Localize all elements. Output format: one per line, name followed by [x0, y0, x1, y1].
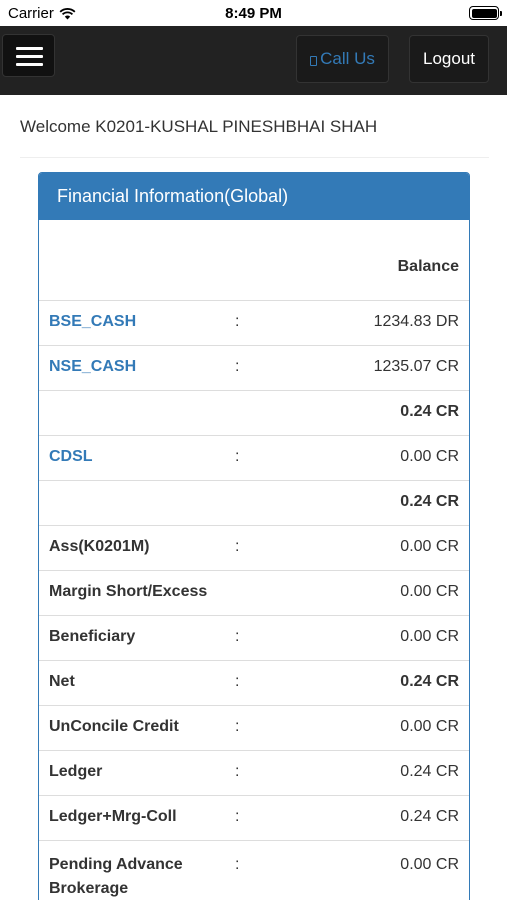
top-navbar: Call Us Logout: [0, 26, 507, 95]
table-row: Margin Short/Excess 0.00 CR: [39, 569, 469, 615]
row-value: 0.00 CR: [259, 569, 469, 615]
row-label: Ass(K0201M): [39, 524, 229, 570]
logout-label: Logout: [423, 49, 475, 68]
battery-icon: [469, 6, 502, 20]
table-row: UnConcile Credit : 0.00 CR: [39, 704, 469, 750]
financial-info-panel: Financial Information(Global) Balance BS…: [38, 172, 470, 900]
table-row: BSE_CASH : 1234.83 DR: [39, 299, 469, 345]
row-value: 0.24 CR: [259, 749, 469, 795]
row-value: 0.00 CR: [259, 524, 469, 570]
row-separator: :: [229, 659, 259, 705]
row-separator: [229, 389, 259, 435]
row-separator: [229, 479, 259, 525]
account-link-cdsl[interactable]: CDSL: [39, 434, 229, 480]
row-value: 0.00 CR: [259, 614, 469, 660]
table-row: Ledger+Mrg-Coll : 0.24 CR: [39, 794, 469, 840]
logout-button[interactable]: Logout: [409, 35, 489, 83]
divider: [20, 157, 489, 158]
row-label: Margin Short/Excess: [39, 569, 229, 615]
row-value: 1235.07 CR: [259, 344, 469, 390]
row-label: UnConcile Credit: [39, 704, 229, 750]
welcome-message: Welcome K0201-KUSHAL PINESHBHAI SHAH: [20, 117, 378, 136]
header-empty-cell: [229, 220, 259, 300]
account-link-bse-cash[interactable]: BSE_CASH: [39, 299, 229, 345]
row-value: 0.00 CR: [259, 434, 469, 480]
row-value: 0.00 CR: [259, 704, 469, 750]
call-us-label: Call Us: [320, 49, 375, 68]
hamburger-line: [16, 47, 43, 50]
table-row: Ass(K0201M) : 0.00 CR: [39, 524, 469, 570]
row-value: 0.24 CR: [259, 794, 469, 840]
status-bar: Carrier 8:49 PM: [0, 0, 507, 26]
row-value: 1234.83 DR: [259, 299, 469, 345]
table-row: NSE_CASH : 1235.07 CR: [39, 344, 469, 390]
account-link-nse-cash[interactable]: NSE_CASH: [39, 344, 229, 390]
row-label: Net: [39, 659, 229, 705]
row-separator: :: [229, 299, 259, 345]
row-separator: :: [229, 704, 259, 750]
table-row: Beneficiary : 0.00 CR: [39, 614, 469, 660]
row-label: Ledger: [39, 749, 229, 795]
row-label: Beneficiary: [39, 614, 229, 660]
table-row: Pending Advance Brokerage : 0.00 CR: [39, 839, 469, 900]
row-label: Pending Advance Brokerage: [39, 839, 229, 900]
subtotal-value: 0.24 CR: [259, 389, 469, 435]
table-row: Ledger : 0.24 CR: [39, 749, 469, 795]
subtotal-value: 0.24 CR: [259, 479, 469, 525]
table-row: CDSL : 0.00 CR: [39, 434, 469, 480]
row-separator: :: [229, 524, 259, 570]
row-label: Ledger+Mrg-Coll: [39, 794, 229, 840]
hamburger-line: [16, 63, 43, 66]
table-row-subtotal: 0.24 CR: [39, 479, 469, 525]
row-separator: :: [229, 794, 259, 840]
row-separator: :: [229, 749, 259, 795]
balance-column-header: Balance: [397, 258, 459, 275]
panel-title: Financial Information(Global): [39, 173, 469, 220]
clock: 8:49 PM: [225, 5, 282, 22]
row-separator: :: [229, 614, 259, 660]
table-row-subtotal: 0.24 CR: [39, 389, 469, 435]
header-empty-cell: [39, 220, 229, 300]
row-label: [39, 389, 229, 435]
row-separator: [229, 569, 259, 615]
net-value: 0.24 CR: [259, 659, 469, 705]
panel-body: Balance BSE_CASH : 1234.83 DR NSE_CASH :…: [39, 220, 469, 900]
row-separator: :: [229, 839, 259, 900]
row-value: 0.00 CR: [259, 839, 469, 900]
row-separator: :: [229, 434, 259, 480]
row-label: [39, 479, 229, 525]
financial-table: Balance BSE_CASH : 1234.83 DR NSE_CASH :…: [39, 220, 469, 900]
table-header-row: Balance: [39, 220, 469, 300]
hamburger-line: [16, 55, 43, 58]
call-us-button[interactable]: Call Us: [296, 35, 389, 83]
table-row-net: Net : 0.24 CR: [39, 659, 469, 705]
menu-toggle-button[interactable]: [2, 34, 55, 77]
phone-icon: [310, 56, 318, 66]
row-separator: :: [229, 344, 259, 390]
